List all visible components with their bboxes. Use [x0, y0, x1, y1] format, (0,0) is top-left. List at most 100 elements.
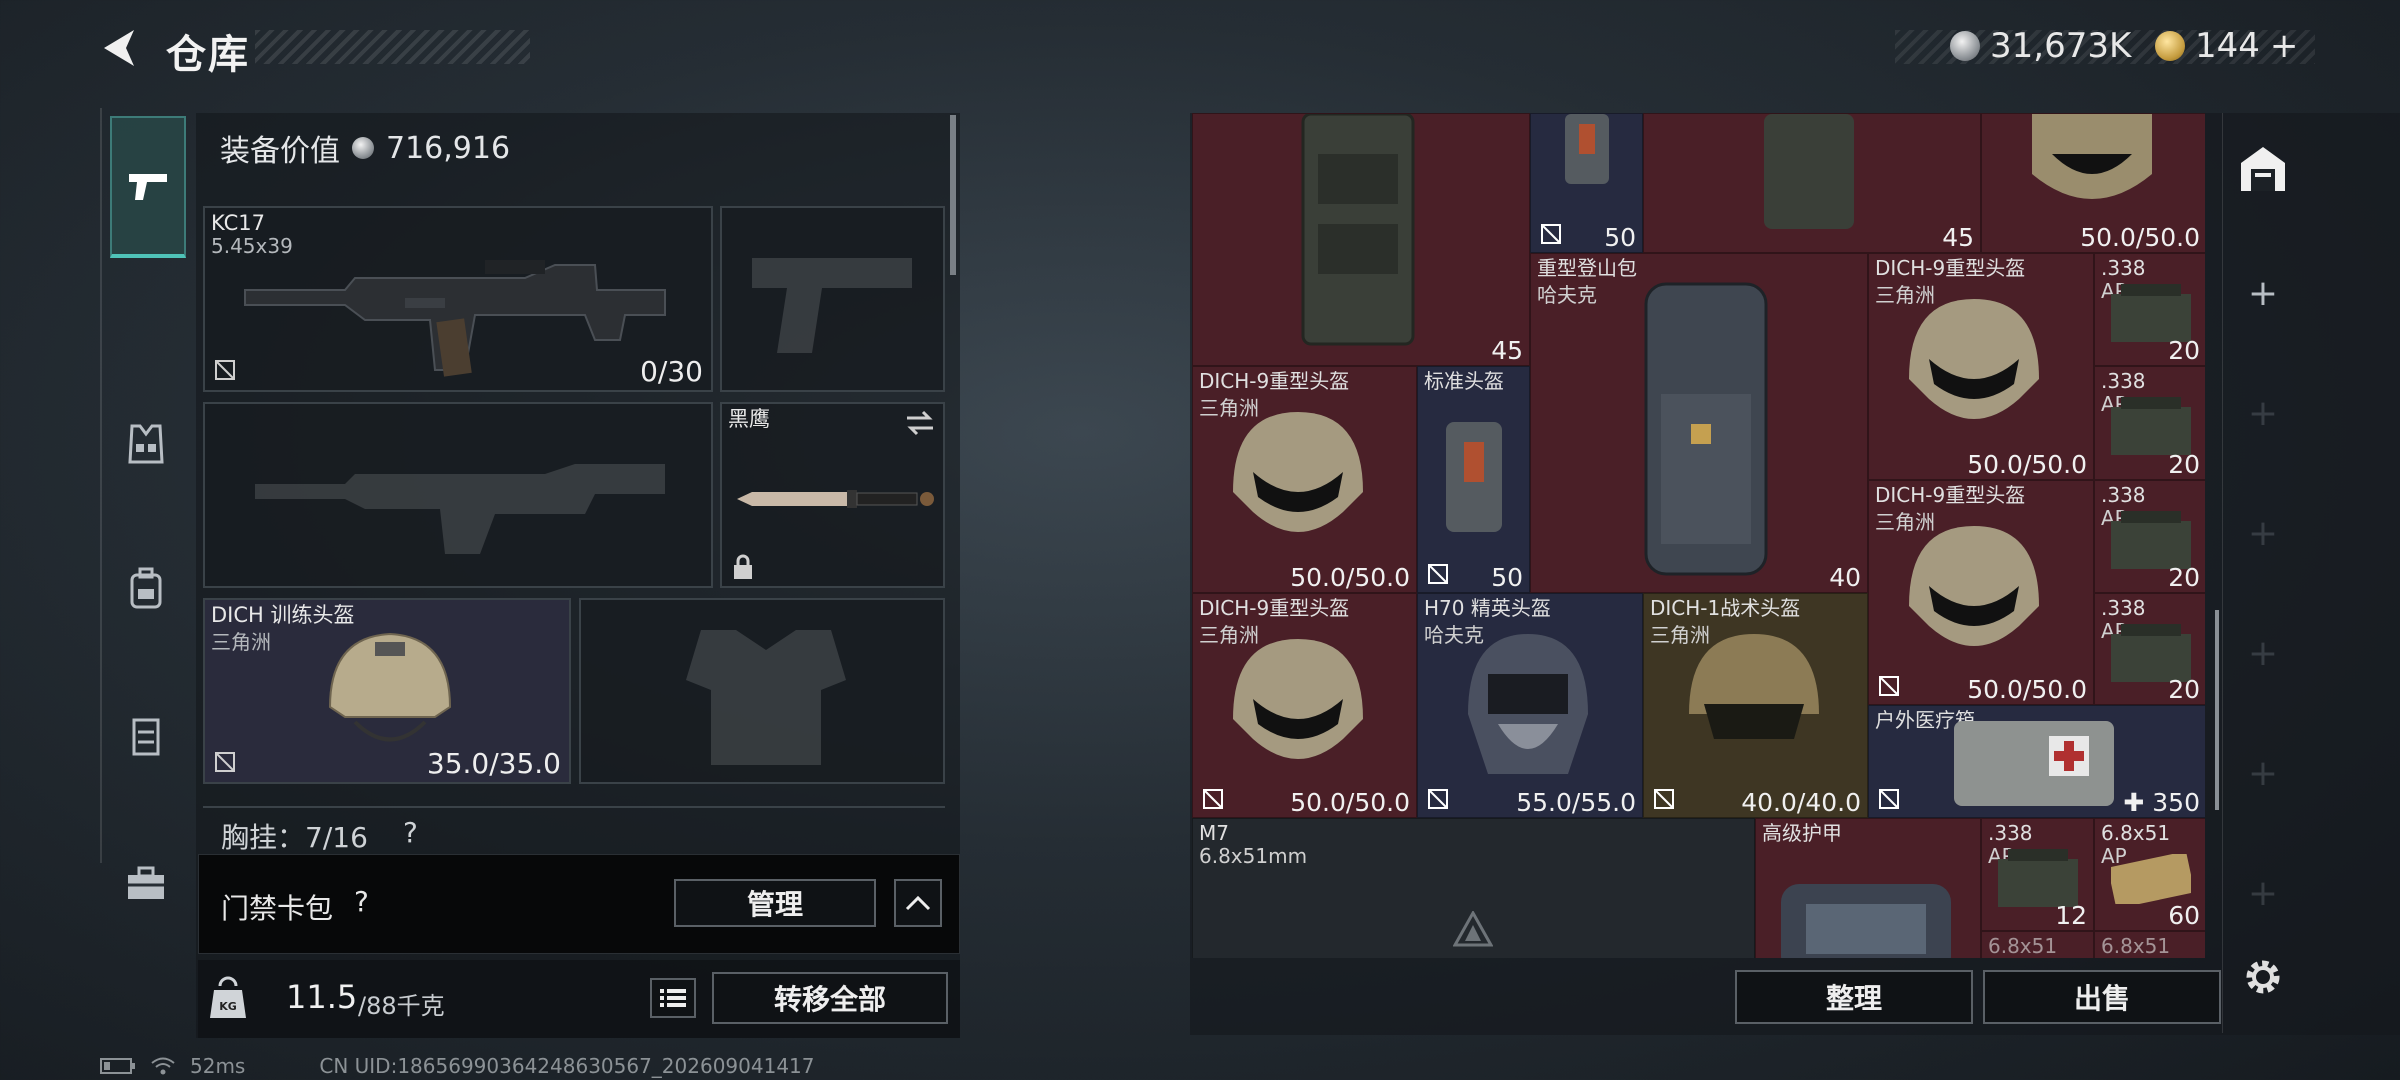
chevron-left-icon — [104, 30, 134, 66]
storage-item-ammo-68x51[interactable]: 6.8x51 — [1981, 931, 2094, 958]
storage-item-ammo-68x51[interactable]: 6.8x51 — [2094, 931, 2205, 958]
storage-item-h70-helmet[interactable]: H70 精英头盔 哈夫克 55.0/55.0 — [1417, 593, 1643, 818]
no-insure-icon — [1428, 564, 1448, 584]
chest-rig-header[interactable]: 胸挂：7/16 ? — [203, 806, 945, 850]
silver-currency: 31,673K — [1950, 26, 2131, 66]
storage-item-advanced-armor[interactable]: 高级护甲 — [1755, 818, 1981, 958]
back-button[interactable] — [98, 26, 142, 70]
settings-button[interactable] — [2239, 953, 2287, 1001]
medkit-image — [1954, 721, 2114, 806]
helmet-image — [2032, 114, 2152, 199]
key-case-bar: 门禁卡包 ? 管理 — [198, 854, 960, 954]
rifle-placeholder-icon — [255, 464, 665, 554]
title-decoration — [255, 30, 530, 64]
helmet-image — [1689, 634, 1819, 739]
helmet-image — [1909, 526, 2039, 646]
svg-text:KG: KG — [219, 1000, 237, 1013]
swap-icon[interactable] — [905, 410, 935, 436]
pack-image — [1764, 114, 1854, 229]
storage-item-standard-helmet[interactable]: 标准头盔 50 — [1417, 366, 1530, 593]
briefcase-icon — [128, 866, 164, 899]
storage-item-ammo-338[interactable]: .338 AP 12 — [1981, 818, 2094, 931]
sort-button[interactable]: 整理 — [1735, 970, 1973, 1024]
add-page-icon[interactable]: + — [2223, 633, 2303, 674]
primary-weapon-slot[interactable]: KC17 5.45x39 0/30 — [203, 206, 713, 392]
page-title: 仓库 — [166, 32, 250, 78]
no-insure-icon — [1203, 789, 1223, 809]
storage-item-dich9-helmet[interactable]: DICH-9重型头盔 三角洲 50.0/50.0 — [1192, 366, 1417, 593]
loadout-scrollbar[interactable] — [950, 115, 956, 275]
delta-logo-icon — [1453, 911, 1493, 947]
weight-icon: KG — [210, 976, 246, 1018]
secondary-weapon-slot[interactable] — [203, 402, 713, 588]
collapse-button[interactable] — [894, 879, 942, 927]
storage-item-dich9-helmet[interactable]: DICH-9重型头盔 三角洲 50.0/50.0 — [1868, 253, 2094, 480]
tab-backpack[interactable] — [110, 553, 182, 625]
wifi-icon — [151, 1057, 175, 1075]
add-page-icon[interactable]: + — [2223, 513, 2303, 554]
manage-button[interactable]: 管理 — [674, 879, 876, 927]
storage-item-heavy-helmet[interactable]: 50.0/50.0 — [1981, 113, 2205, 253]
storage-item-dich9-helmet[interactable]: DICH-9重型头盔 三角洲 50.0/50.0 — [1192, 593, 1417, 818]
help-icon[interactable]: ? — [354, 885, 369, 918]
add-page-icon[interactable]: + — [2223, 393, 2303, 434]
storage-item-ammo-338[interactable]: .338 AP 20 — [2094, 480, 2205, 593]
tab-case[interactable] — [110, 848, 182, 920]
equipment-category-tabs — [100, 108, 188, 899]
storage-item-dich9-helmet[interactable]: DICH-9重型头盔 三角洲 50.0/50.0 — [1868, 480, 2094, 705]
storage-item-pack[interactable]: 45 — [1643, 113, 1981, 253]
ammo-box-image — [2111, 397, 2191, 455]
no-insure-icon — [1879, 789, 1899, 809]
no-insure-icon — [1541, 224, 1561, 244]
armor-placeholder-icon — [686, 630, 846, 765]
storage-item-ammo-338[interactable]: .338 AP 20 — [2094, 366, 2205, 480]
gold-currency[interactable]: 144 + — [2155, 26, 2298, 66]
storage-item-mountain-backpack[interactable]: 重型登山包 哈夫克 40 — [1530, 253, 1868, 593]
tab-weapons[interactable] — [110, 116, 186, 258]
storage-item-chest-rig[interactable]: 45 — [1192, 113, 1530, 366]
list-icon — [660, 989, 686, 1007]
heal-value: ✚ 350 — [2123, 788, 2200, 817]
storage-home-tab[interactable] — [2237, 143, 2289, 195]
tab-armor[interactable] — [110, 408, 182, 480]
transfer-all-button[interactable]: 转移全部 — [712, 972, 948, 1024]
storage-item-medkit[interactable]: 户外医疗箱 ✚ 350 — [1868, 705, 2205, 818]
storage-item-ammo-338[interactable]: .338 AP 20 — [2094, 593, 2205, 705]
add-page-icon[interactable]: + — [2223, 873, 2303, 914]
chest-rig-icon — [132, 718, 160, 756]
plus-icon: + — [2269, 26, 2299, 66]
helmet-image — [328, 632, 452, 742]
sell-button[interactable]: 出售 — [1983, 970, 2221, 1024]
storage-item-standard-helmet[interactable]: 50 — [1530, 113, 1643, 253]
status-bar: 52ms CN UID:18656990364248630567_2026090… — [100, 1054, 815, 1078]
no-insure-icon — [215, 752, 235, 772]
add-page-icon[interactable]: + — [2223, 273, 2303, 314]
storage-item-dich1-helmet[interactable]: DICH-1战术头盔 三角洲 40.0/40.0 — [1643, 593, 1868, 818]
silver-coin-icon — [352, 137, 374, 159]
storage-item-ammo-68x51[interactable]: 6.8x51 AP 60 — [2094, 818, 2205, 931]
pistol-placeholder-icon — [752, 258, 912, 353]
armor-slot[interactable] — [579, 598, 945, 784]
helmet-slot[interactable]: DICH 训练头盔 三角洲 35.0/35.0 — [203, 598, 571, 784]
melee-slot[interactable]: 黑鹰 — [720, 402, 945, 588]
helmet-image — [1233, 412, 1363, 532]
gear-icon — [2246, 960, 2280, 994]
storage-scrollbar[interactable] — [2215, 610, 2219, 810]
weight-bar: KG 11.5 /88千克 转移全部 — [198, 960, 960, 1038]
rifle-image — [244, 260, 666, 377]
plus-icon: ✚ — [2123, 788, 2153, 817]
add-page-icon[interactable]: + — [2223, 753, 2303, 794]
lock-icon — [734, 554, 752, 579]
storage-item-ammo-338[interactable]: .338 AP 20 — [2094, 253, 2205, 366]
equipment-value: 装备价值 716,916 — [220, 130, 511, 170]
armor-image — [1781, 884, 1951, 958]
helmet-image — [1909, 299, 2039, 419]
list-view-button[interactable] — [650, 978, 696, 1018]
storage-page-tabs: + + + + + + — [2222, 113, 2302, 1033]
warehouse-icon — [2241, 147, 2285, 191]
storage-item-m7-rifle[interactable]: M7 6.8x51mm — [1192, 818, 1755, 958]
pistol-slot[interactable] — [720, 206, 945, 392]
no-insure-icon — [1654, 789, 1674, 809]
tab-chest-rig[interactable] — [110, 700, 182, 772]
silver-coin-icon — [1950, 31, 1980, 61]
